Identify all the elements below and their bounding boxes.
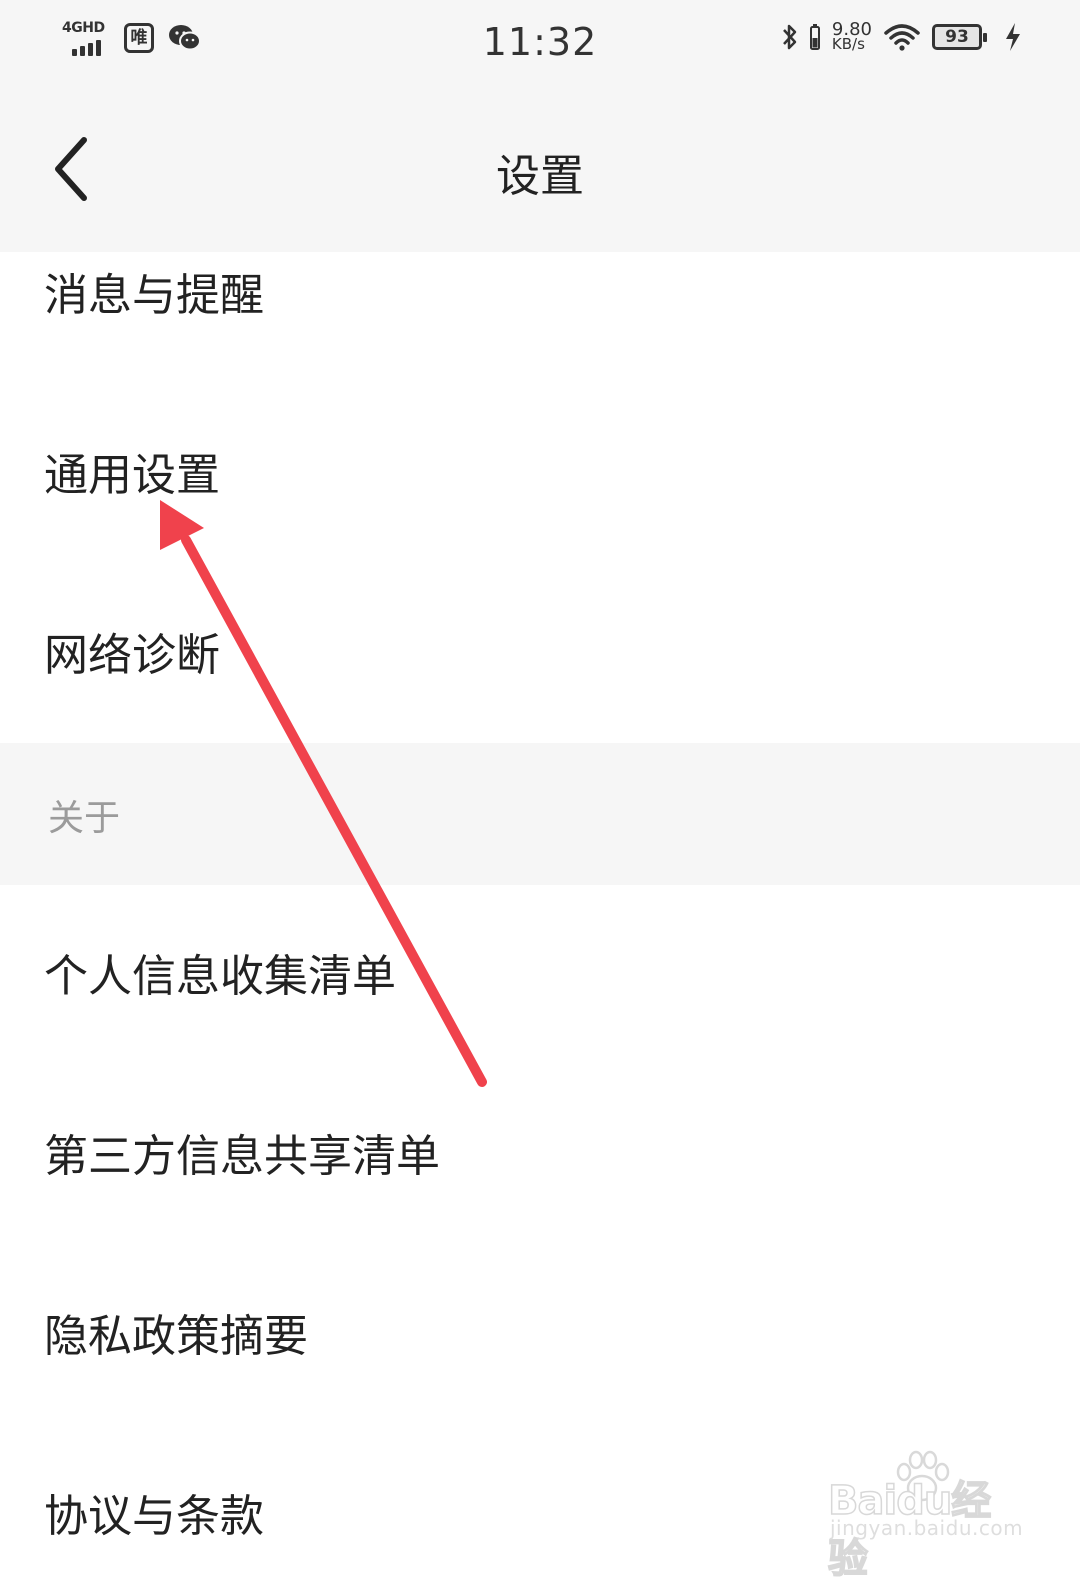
settings-item-general[interactable]: 通用设置 xyxy=(44,446,220,506)
arrow-head xyxy=(160,500,204,550)
phone-battery-small-icon xyxy=(809,24,820,50)
watermark: Baidu经验 jingyan.baidu.com xyxy=(827,1450,1028,1583)
section-header-about: 关于 xyxy=(0,743,1080,885)
section-label: 关于 xyxy=(48,798,121,839)
wifi-icon xyxy=(884,24,920,51)
settings-item-notifications[interactable]: 消息与提醒 xyxy=(44,266,264,326)
page-title: 设置 xyxy=(496,151,584,202)
nav-bar: 设置 xyxy=(0,90,1080,252)
settings-item-agreements[interactable]: 协议与条款 xyxy=(44,1487,264,1547)
settings-item-privacy-summary[interactable]: 隐私政策摘要 xyxy=(44,1307,308,1367)
network-speed: 9.80 KB/s xyxy=(831,21,872,53)
settings-item-personal-info-list[interactable]: 个人信息收集清单 xyxy=(44,947,396,1007)
watermark-url: jingyan.baidu.com xyxy=(830,1516,1024,1540)
settings-item-third-party-sharing[interactable]: 第三方信息共享清单 xyxy=(44,1127,440,1187)
status-right: 9.80 KB/s 93 xyxy=(782,21,1022,53)
settings-item-network-diagnosis[interactable]: 网络诊断 xyxy=(44,626,220,686)
status-bar: 4GHD 唯 11:32 9.80 KB/s 93 xyxy=(0,0,1080,90)
speed-unit: KB/s xyxy=(831,35,865,53)
charging-icon xyxy=(1006,23,1020,51)
bluetooth-icon xyxy=(783,24,797,50)
battery-icon: 93 xyxy=(932,24,987,50)
